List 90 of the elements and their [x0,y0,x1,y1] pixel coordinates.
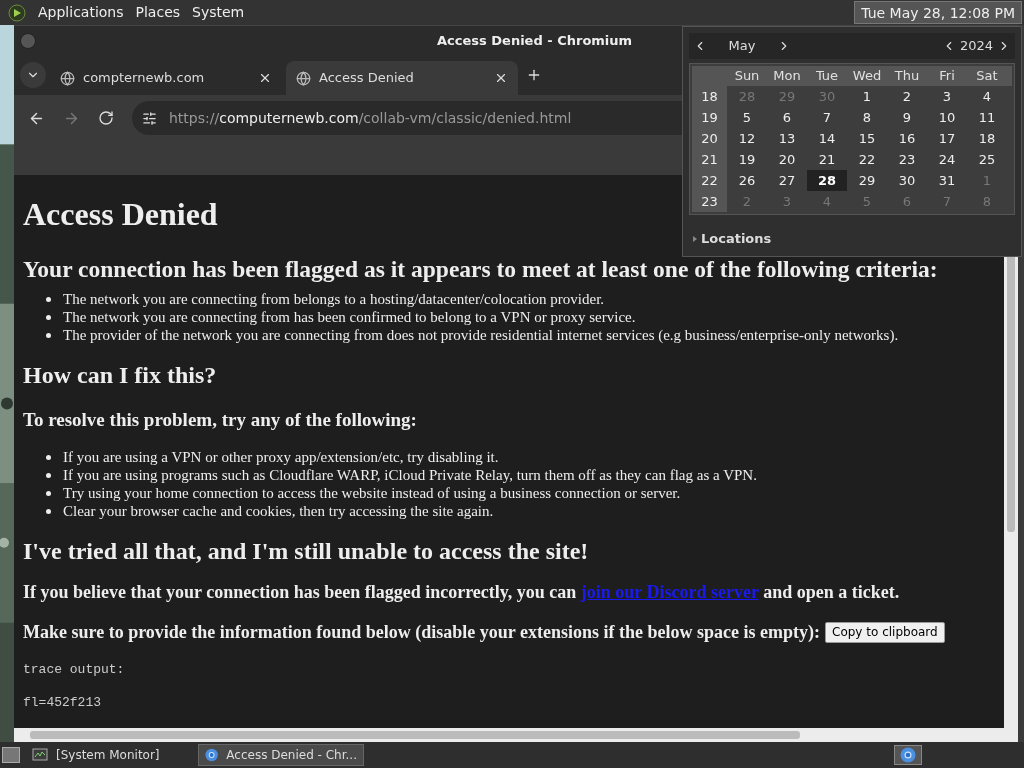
calendar-day[interactable]: 7 [807,107,847,128]
bullet-icon [46,297,51,302]
calendar-day[interactable]: 31 [927,170,967,191]
weekday-label: Sun [733,67,761,85]
panel-menu[interactable]: Applications [32,2,130,23]
week-number: 20 [692,128,727,149]
new-tab-icon[interactable] [526,67,542,83]
criteria-item: The provider of the network you are connecting from does not provide residential internet services (e.g business/enterprise-only networks). [63,326,899,344]
globe-icon [296,70,311,86]
calendar-day[interactable]: 9 [887,107,927,128]
taskbar-label: [System Monitor] [56,747,160,764]
year-label: 2024 [958,37,994,56]
week-number: 19 [692,107,727,128]
monitor-icon [32,747,48,763]
calendar-day[interactable]: 21 [807,149,847,170]
logo-icon[interactable] [8,3,26,22]
weekday-label: Wed [851,67,883,85]
bullet-icon [46,473,51,478]
panel-menu[interactable]: Places [129,2,187,23]
calendar-day[interactable]: 6 [767,107,807,128]
calendar-day[interactable]: 10 [927,107,967,128]
tray-item[interactable] [894,745,922,765]
calendar-day[interactable]: 23 [887,149,927,170]
tab-list-button[interactable] [20,62,46,88]
bullet-icon [46,491,51,496]
panel-menu[interactable]: System [186,2,251,23]
resolve-item: Clear your browser cache and cookies, then try accessing the site again. [63,502,494,520]
calendar-day[interactable]: 11 [967,107,1007,128]
copy-button[interactable]: Copy to clipboard [825,621,945,643]
fix-heading: How can I fix this? [23,361,218,390]
expander-icon[interactable] [693,235,697,242]
taskbar-item[interactable]: Access Denied - Chr... [198,744,364,766]
resolve-item: If you are using a VPN or other proxy app/extension/etc, try disabling it. [63,448,499,466]
calendar-day[interactable]: 29 [847,170,887,191]
browser-tab[interactable]: compternewb.com [50,61,282,95]
flagged-notice: If you believe that your connection has been flagged incorrectly, you can join our Discord server and open a ticket. [23,581,901,604]
browser-icon [205,747,219,763]
week-number: 23 [692,191,727,212]
instructions-text: Make sure to provide the information found below (disable your extensions if the below space is empty): [23,621,820,644]
horizontal-scrollbar[interactable] [14,728,1018,742]
week-number: 18 [692,86,727,107]
globe-icon [60,70,75,86]
resolve-item: Try using your home connection to access the website instead of using a business connection or server. [63,484,681,502]
weekday-label: Mon [772,67,802,85]
tried-heading: I've tried all that, and I'm still unable to access the site! [23,537,590,566]
calendar-day[interactable]: 22 [847,149,887,170]
weekday-label: Fri [938,67,956,85]
weekday-label: Sat [975,67,999,85]
url-text: https://computernewb.com/collab-vm/classic/denied.html [169,108,572,128]
close-tab-icon[interactable] [494,71,508,85]
month-label: May [727,37,757,56]
calendar-day[interactable]: 30 [887,170,927,191]
tab-title: compternewb.com [83,69,206,88]
locations-expander[interactable]: Locations [701,229,772,249]
trace-line: fl=452f213 [23,693,102,712]
trace-label: trace output: [23,661,126,679]
calendar-day[interactable]: 8 [847,107,887,128]
window-title: Access Denied - Chromium [437,31,633,50]
page-title: Access Denied [23,195,218,233]
weekday-label: Tue [814,67,840,85]
close-tab-icon[interactable] [258,71,272,85]
bullet-icon [46,509,51,514]
taskbar-item[interactable]: [System Monitor] [26,744,192,766]
calendar-day[interactable]: 24 [927,149,967,170]
calendar-day[interactable]: 20 [767,149,807,170]
site-settings-icon[interactable] [142,110,157,126]
panel-clock[interactable]: Tue May 28, 12:08 PM [854,1,1022,24]
tab-title: Access Denied [319,69,415,88]
browser-icon [900,747,916,763]
scrollbar-thumb[interactable] [30,731,800,739]
bullet-icon [46,315,51,320]
criteria-item: The network you are connecting from belongs to a hosting/datacenter/colocation provider. [63,290,605,308]
browser-tab[interactable]: Access Denied [286,61,518,95]
bullet-icon [46,455,51,460]
calendar-day[interactable]: 26 [727,170,767,191]
reload-icon[interactable] [98,110,114,126]
calendar-day[interactable]: 19 [727,149,767,170]
calendar-day[interactable]: 25 [967,149,1007,170]
weekday-label: Thu [893,67,921,85]
criteria-heading: Your connection has been flagged as it appears to meet at least one of the following criteria: [23,255,939,284]
taskbar-label: Access Denied - Chr... [226,747,357,764]
week-number: 22 [692,170,727,191]
resolve-heading: To resolve this problem, try any of the following: [23,408,418,432]
resolve-item: If you are using programs such as Cloudflare WARP, iCloud Private Relay, turn them off as they can flag as a VPN. [63,466,757,484]
calendar-day[interactable]: 28 [807,170,847,191]
calendar-day[interactable]: 5 [727,107,767,128]
criteria-item: The network you are connecting from has been confirmed to belong to a VPN or proxy service. [63,308,636,326]
calendar-day[interactable]: 27 [767,170,807,191]
bullet-icon [46,333,51,338]
week-number: 21 [692,149,727,170]
